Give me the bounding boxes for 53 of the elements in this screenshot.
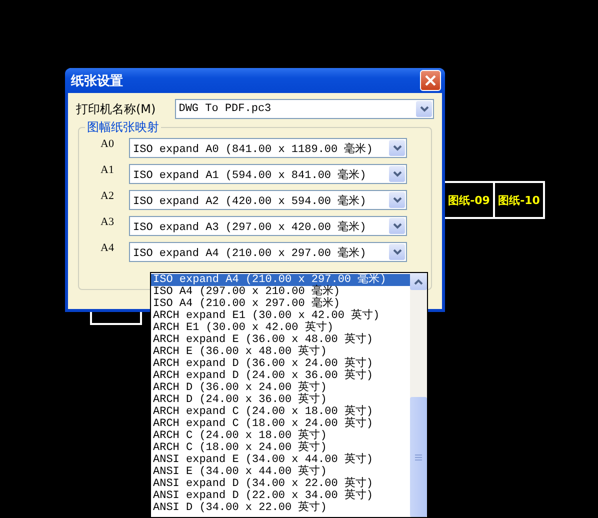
printer-label: 打印机名称(M)	[76, 100, 157, 118]
close-button[interactable]	[420, 70, 441, 91]
caret-down-icon	[420, 106, 428, 112]
size-label: A4	[100, 242, 115, 254]
caret-down-icon	[392, 223, 402, 229]
caret-down-icon	[392, 249, 402, 255]
caret-down-icon	[392, 197, 402, 203]
list-item[interactable]: ISO A4 (210.00 x 297.00 毫米)	[151, 298, 410, 310]
list-item[interactable]: ISO A4 (297.00 x 210.00 毫米)	[151, 286, 410, 298]
paper-dropdown[interactable]: ISO expand A4 (210.00 x 297.00 毫米)	[129, 242, 407, 262]
list-item[interactable]: ANSI expand D (22.00 x 34.00 英寸)	[151, 490, 410, 502]
scroll-up-button[interactable]	[410, 273, 427, 290]
list-item[interactable]: ANSI expand D (34.00 x 22.00 英寸)	[151, 478, 410, 490]
scrollbar[interactable]	[410, 273, 427, 517]
size-label: A1	[100, 164, 115, 176]
scroll-thumb[interactable]	[410, 397, 427, 517]
list-item[interactable]: ARCH D (24.00 x 36.00 英寸)	[151, 394, 410, 406]
list-item[interactable]: ARCH expand D (36.00 x 24.00 英寸)	[151, 358, 410, 370]
size-label: A0	[100, 138, 115, 150]
list-item[interactable]: ARCH C (18.00 x 24.00 英寸)	[151, 442, 410, 454]
size-label: A2	[100, 190, 115, 202]
dropdown-button[interactable]	[389, 140, 405, 156]
list-item[interactable]: ANSI E (34.00 x 44.00 英寸)	[151, 466, 410, 478]
window-title: 纸张设置	[71, 72, 123, 90]
paper-dropdown[interactable]: ISO expand A3 (297.00 x 420.00 毫米)	[129, 216, 407, 236]
caret-up-icon	[414, 278, 423, 284]
list-item[interactable]: ARCH expand C (18.00 x 24.00 英寸)	[151, 418, 410, 430]
close-icon	[425, 75, 436, 86]
group-title: 图幅纸张映射	[85, 119, 161, 136]
dropdown-button[interactable]	[389, 244, 405, 260]
list-item[interactable]: ARCH D (36.00 x 24.00 英寸)	[151, 382, 410, 394]
paper-dropdown[interactable]: ISO expand A2 (420.00 x 594.00 毫米)	[129, 190, 407, 210]
dropdown-button[interactable]	[389, 218, 405, 234]
caret-down-icon	[392, 145, 402, 151]
list-item[interactable]: ANSI D (34.00 x 22.00 英寸)	[151, 502, 410, 514]
dropdown-button[interactable]	[389, 166, 405, 182]
paper-dropdown[interactable]: ISO expand A1 (594.00 x 841.00 毫米)	[129, 164, 407, 184]
size-label: A3	[100, 216, 115, 228]
list-item[interactable]: ARCH expand C (24.00 x 18.00 英寸)	[151, 406, 410, 418]
list-item[interactable]: ARCH expand D (24.00 x 36.00 英寸)	[151, 370, 410, 382]
sheet-label: 图纸-10	[493, 181, 545, 219]
list-item[interactable]: ARCH expand E1 (30.00 x 42.00 英寸)	[151, 310, 410, 322]
list-item[interactable]: ARCH E1 (30.00 x 42.00 英寸)	[151, 322, 410, 334]
printer-dropdown[interactable]: DWG To PDF.pc3	[174, 99, 434, 119]
paper-dropdown[interactable]: ISO expand A0 (841.00 x 1189.00 毫米)	[129, 138, 407, 158]
list-item[interactable]: ARCH E (36.00 x 48.00 英寸)	[151, 346, 410, 358]
dropdown-button[interactable]	[416, 101, 432, 117]
list-item[interactable]: ARCH C (24.00 x 18.00 英寸)	[151, 430, 410, 442]
caret-down-icon	[392, 171, 402, 177]
grip-icon	[415, 454, 422, 460]
list-item[interactable]: ARCH expand E (36.00 x 48.00 英寸)	[151, 334, 410, 346]
list-item[interactable]: ANSI expand E (34.00 x 44.00 英寸)	[151, 454, 410, 466]
dropdown-button[interactable]	[389, 192, 405, 208]
